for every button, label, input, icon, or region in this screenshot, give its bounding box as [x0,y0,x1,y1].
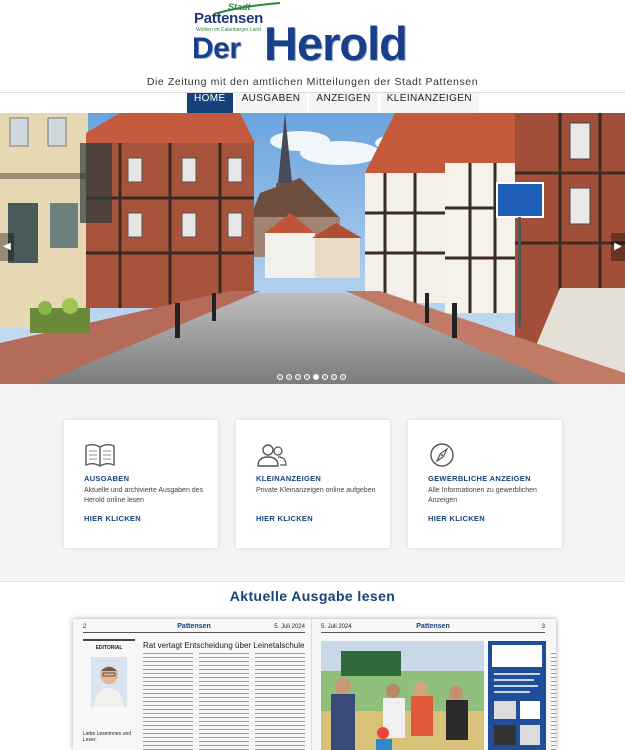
slider-dot[interactable] [322,374,328,380]
right-page-header: 5. Juli 2024 Pattensen 3 [321,623,545,633]
logo-pattensen-text: Pattensen [194,10,263,27]
card-ausgaben[interactable]: AUSGABEN Aktuelle und archivierte Ausgab… [64,420,218,548]
slider-dot[interactable] [286,374,292,380]
current-issue-title: Aktuelle Ausgabe lesen [229,588,396,604]
logo-der-text: Der [192,32,241,65]
chevron-right-icon: ▶ [614,241,622,252]
card-link[interactable]: HIER KLICKEN [256,514,390,523]
main-navbar: HOME AUSGABEN ANZEIGEN KLEINANZEIGEN [0,92,625,113]
editorial-box: EDITORIAL Liebe Leserinnen und Leser, [83,639,135,750]
section-divider [0,581,625,582]
features-section: AUSGABEN Aktuelle und archivierte Ausgab… [0,384,625,581]
card-text: Alle Informationen zu gewerblichen Anzei… [428,487,537,504]
compass-icon [428,442,562,468]
page-number: 3 [541,624,545,630]
slider-dot[interactable] [277,374,283,380]
users-icon [256,442,390,468]
page-masthead: Pattensen [416,623,450,630]
card-title: GEWERBLICHE ANZEIGEN [428,474,531,483]
newspaper-preview[interactable]: 2 Pattensen 5. Juli 2024 EDITORIAL Liebe… [73,619,556,750]
nav-ausgaben[interactable]: AUSGABEN [234,93,308,113]
hero-photo [0,113,625,384]
logo-herold-text: Herold [264,17,408,70]
article-text-column [199,651,249,750]
editorial-greeting: Liebe Leserinnen und Leser, [83,731,132,743]
site-logo[interactable]: Stadt Pattensen Wohlen im Calenberger La… [192,2,437,70]
card-text: Private Kleinanzeigen online aufgeben [256,487,376,494]
slider-pagination [277,374,346,380]
page-masthead: Pattensen [177,623,211,630]
open-book-icon [84,442,218,468]
nav-kleinanzeigen[interactable]: KLEINANZEIGEN [379,93,479,113]
editor-portrait [91,657,127,707]
card-title: AUSGABEN [84,474,130,483]
card-link[interactable]: HIER KLICKEN [428,514,562,523]
editorial-label: EDITORIAL [95,645,123,651]
advertisement-block [488,641,546,750]
slider-dot[interactable] [340,374,346,380]
slider-next-button[interactable]: ▶ [611,233,625,261]
page-date: 5. Juli 2024 [321,624,352,630]
card-gewerbliche-anzeigen[interactable]: GEWERBLICHE ANZEIGEN Alle Informationen … [408,420,562,548]
article-photo [321,641,484,750]
site-header: Stadt Pattensen Wohlen im Calenberger La… [0,0,625,93]
card-title: KLEINANZEIGEN [256,474,322,483]
page-date: 5. Juli 2024 [274,624,305,630]
chevron-left-icon: ◀ [3,241,11,252]
nav-anzeigen[interactable]: ANZEIGEN [309,93,378,113]
slider-dot[interactable] [313,374,319,380]
card-kleinanzeigen[interactable]: KLEINANZEIGEN Private Kleinanzeigen onli… [236,420,390,548]
hero-slider[interactable] [0,113,625,384]
slider-dot[interactable] [304,374,310,380]
card-text: Aktuelle und archivierte Ausgaben des He… [84,487,204,504]
page-number: 2 [83,624,87,630]
slider-dot[interactable] [295,374,301,380]
slider-prev-button[interactable]: ◀ [0,233,14,261]
main-nav: HOME AUSGABEN ANZEIGEN KLEINANZEIGEN [187,93,479,113]
page-fold [311,619,313,750]
left-page-header: 2 Pattensen 5. Juli 2024 [83,623,305,633]
article-text-column [255,651,305,750]
slider-dot[interactable] [331,374,337,380]
site-tagline: Die Zeitung mit den amtlichen Mitteilung… [146,76,479,88]
article-text-column [551,651,556,750]
article-text-column [143,651,193,750]
article-headline: Rat vertagt Entscheidung über Leinetalsc… [143,641,305,650]
card-link[interactable]: HIER KLICKEN [84,514,218,523]
nav-home[interactable]: HOME [187,93,233,113]
